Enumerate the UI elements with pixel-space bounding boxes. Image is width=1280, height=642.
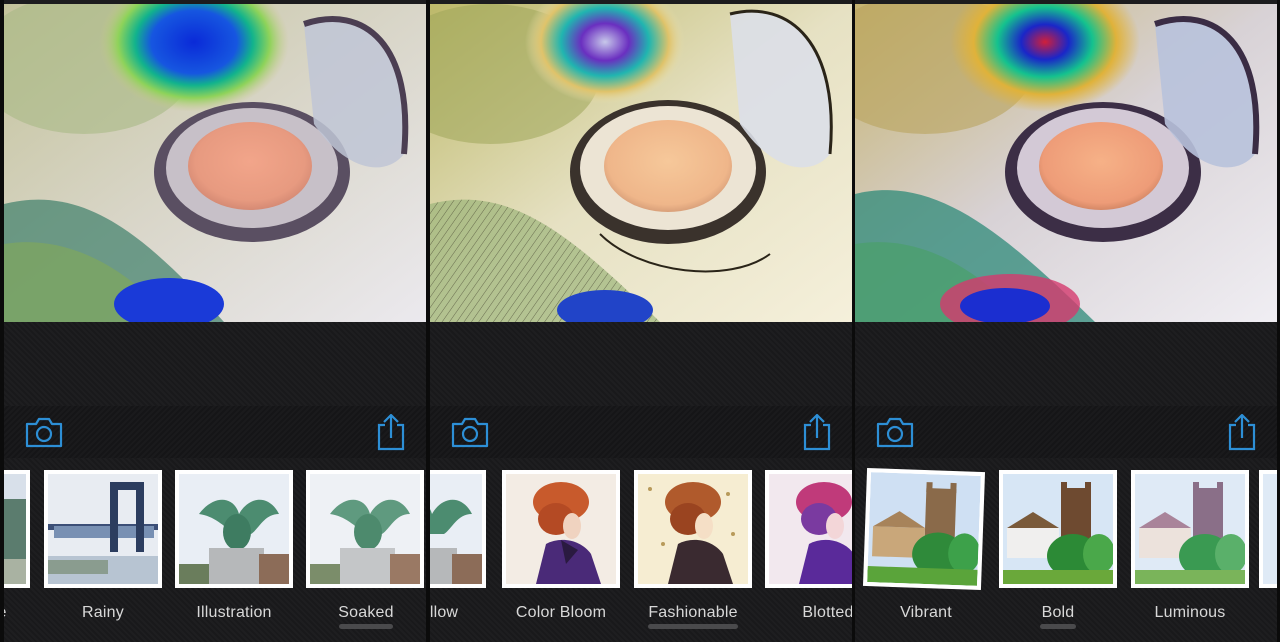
style-thumb-bold[interactable] [999, 470, 1117, 588]
panel-1: e Rainy Illustration Soaked [4, 0, 426, 642]
style-thumb-illustration[interactable] [175, 470, 293, 588]
style-thumb-luminous[interactable] [1131, 470, 1249, 588]
style-strip[interactable]: Vibrant Bold Luminous [855, 464, 1277, 639]
share-icon[interactable] [802, 412, 832, 452]
camera-icon[interactable] [875, 414, 915, 450]
style-label-fashionable[interactable]: Fashionable [623, 604, 763, 622]
style-label-illustration[interactable]: Illustration [164, 604, 304, 622]
style-label-luminous[interactable]: Luminous [1120, 604, 1260, 622]
style-thumb-rainy[interactable] [44, 470, 162, 588]
preview-photo [4, 4, 426, 322]
toolbar [4, 406, 426, 458]
panel-3: Vibrant Bold Luminous [855, 0, 1277, 642]
toolbar [855, 406, 1277, 458]
style-strip[interactable]: llow Color Bloom Fashionable Blotted [430, 464, 852, 639]
share-icon[interactable] [1227, 412, 1257, 452]
preview-photo [430, 4, 852, 322]
selected-indicator [339, 624, 393, 629]
style-thumb[interactable] [4, 470, 30, 588]
share-icon[interactable] [376, 412, 406, 452]
camera-icon[interactable] [24, 414, 64, 450]
style-label-bold[interactable]: Bold [988, 604, 1128, 622]
selected-indicator [648, 624, 738, 629]
style-thumb-vibrant[interactable] [862, 467, 986, 591]
style-label-soaked[interactable]: Soaked [296, 604, 426, 622]
style-thumb[interactable] [430, 470, 486, 588]
toolbar [430, 406, 852, 458]
selected-indicator [1040, 624, 1076, 629]
style-thumb[interactable] [1259, 470, 1277, 588]
style-label-color-bloom[interactable]: Color Bloom [491, 604, 631, 622]
style-label-vibrant[interactable]: Vibrant [856, 604, 996, 622]
preview-photo [855, 4, 1277, 322]
style-thumb-soaked[interactable] [306, 470, 424, 588]
style-thumb-fashionable[interactable] [634, 470, 752, 588]
style-label-blotted[interactable]: Blotted [758, 604, 852, 622]
style-thumb-color-bloom[interactable] [502, 470, 620, 588]
camera-icon[interactable] [450, 414, 490, 450]
style-label-rainy[interactable]: Rainy [33, 604, 173, 622]
style-strip[interactable]: e Rainy Illustration Soaked [4, 464, 426, 639]
style-thumb-blotted[interactable] [765, 470, 852, 588]
panel-2: llow Color Bloom Fashionable Blotted [430, 0, 852, 642]
